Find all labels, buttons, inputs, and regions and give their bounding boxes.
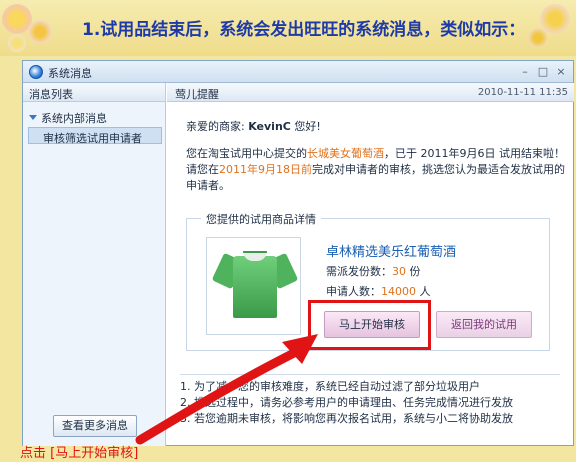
product-details-legend: 您提供的试用商品详情: [201, 211, 321, 227]
quota-unit: 份: [409, 265, 421, 278]
flower-decoration: [28, 20, 52, 44]
start-button-highlight: [308, 300, 431, 350]
quota-label: 需派发份数：: [326, 265, 392, 278]
close-button[interactable]: ×: [553, 64, 569, 79]
flower-decoration: [528, 28, 548, 48]
quota-value: 30: [392, 265, 406, 278]
expand-arrow-icon[interactable]: [29, 115, 37, 120]
product-link[interactable]: 长城美女葡萄酒: [307, 147, 384, 160]
window-titlebar[interactable]: 系统消息 – □ ×: [23, 61, 573, 83]
note-item: 1. 为了减少您的审核难度，系统已经自动过滤了部分垃圾用户: [180, 380, 480, 393]
shirt-body: [233, 256, 277, 318]
applicants-unit: 人: [419, 285, 431, 298]
greeting-suffix: 您好!: [294, 120, 321, 133]
deadline-date: 2011年9月18日前: [219, 163, 312, 176]
applicants-line: 申请人数：14000 人: [326, 283, 431, 299]
message-sender: 莺儿提醒: [175, 88, 219, 101]
message-list-sidebar: 消息列表 系统内部消息 审核筛选试用申请者 查看更多消息: [23, 83, 166, 446]
wangwang-app-icon: [29, 65, 43, 79]
tree-root-label: 系统内部消息: [41, 112, 107, 125]
quota-line: 需派发份数：30 份: [326, 263, 421, 279]
minimize-button[interactable]: –: [517, 64, 533, 79]
merchant-name: KevinC: [248, 120, 291, 133]
product-name-link[interactable]: 卓林精选美乐红葡萄酒: [326, 241, 456, 260]
message-list-header: 消息列表: [23, 83, 165, 102]
greeting: 亲爱的商家: KevinC 您好!: [186, 118, 321, 134]
message-paragraph: 您在淘宝试用中心提交的长城美女葡萄酒，已于 2011年9月6日 试用结束啦！请您…: [186, 146, 572, 194]
window-title: 系统消息: [48, 67, 92, 80]
tree-item-review-applicants[interactable]: 审核筛选试用申请者: [28, 127, 162, 145]
notes-list: 1. 为了减少您的审核难度，系统已经自动过滤了部分垃圾用户 2. 挑选过程中，请…: [180, 374, 560, 427]
tree-root-internal-messages[interactable]: 系统内部消息: [29, 110, 107, 126]
banner: 1.试用品结束后，系统会发出旺旺的系统消息，类似如示：: [0, 0, 576, 56]
greeting-prefix: 亲爱的商家:: [186, 120, 245, 133]
applicants-value: 14000: [381, 285, 416, 298]
product-image[interactable]: [206, 237, 301, 335]
banner-title: 1.试用品结束后，系统会发出旺旺的系统消息，类似如示：: [82, 20, 526, 40]
body-text-1: 您在淘宝试用中心提交的: [186, 147, 307, 160]
flower-decoration: [8, 34, 26, 52]
applicants-label: 申请人数：: [326, 285, 381, 298]
view-more-messages-button[interactable]: 查看更多消息: [53, 415, 137, 437]
message-header: 莺儿提醒 2010-11-11 11:35: [167, 83, 574, 102]
instruction-caption: 点击 [马上开始审核]: [20, 446, 139, 461]
back-to-my-trials-button[interactable]: 返回我的试用: [436, 311, 532, 338]
note-item: 3. 若您逾期未审核，将影响您再次报名试用，系统与小二将协助发放: [180, 412, 513, 425]
message-timestamp: 2010-11-11 11:35: [477, 87, 568, 98]
maximize-button[interactable]: □: [535, 64, 551, 79]
note-item: 2. 挑选过程中，请务必参考用户的申请理由、任务完成情况进行发放: [180, 396, 513, 409]
